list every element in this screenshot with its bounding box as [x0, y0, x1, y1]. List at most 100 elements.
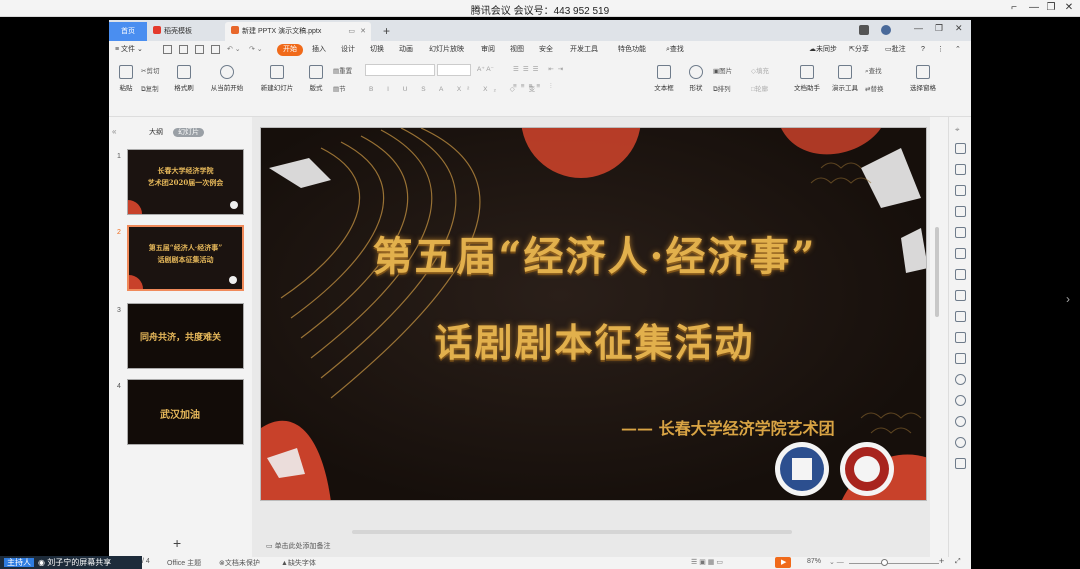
- export-icon[interactable]: [955, 311, 966, 322]
- textbox-button[interactable]: 文本框: [647, 65, 681, 92]
- fit-window-icon[interactable]: ⤢: [955, 558, 961, 566]
- slide-subtitle[interactable]: —— 长春大学经济学院艺术团: [621, 415, 835, 439]
- zoom-slider[interactable]: [849, 563, 939, 564]
- chart-icon[interactable]: [955, 248, 966, 259]
- vertical-scrollbar[interactable]: [935, 227, 939, 317]
- menu-search[interactable]: ⌕查找: [666, 44, 684, 56]
- protect-status[interactable]: ⊗文档未保护: [219, 558, 260, 568]
- align-icons[interactable]: ≡≡≡≡ ⫶: [513, 83, 556, 91]
- navigate-icon[interactable]: [955, 395, 966, 406]
- play-from-current-button[interactable]: 从当前开始: [205, 65, 249, 92]
- tab-slides[interactable]: 幻灯片: [172, 128, 204, 137]
- fill-button[interactable]: ◇填充: [751, 65, 769, 75]
- help-icon[interactable]: ?: [921, 44, 925, 56]
- animation-icon[interactable]: [955, 269, 966, 280]
- font-size-select[interactable]: [437, 64, 471, 76]
- share-button[interactable]: ⇱分享: [849, 44, 869, 56]
- replace-button[interactable]: ⇄替换: [865, 83, 883, 93]
- missing-font-status[interactable]: ▲缺失字体: [281, 558, 316, 568]
- copy-button[interactable]: ⧉复制: [141, 83, 159, 94]
- restore-button[interactable]: ❐: [935, 23, 943, 34]
- table-icon[interactable]: [955, 206, 966, 217]
- print-icon[interactable]: [195, 45, 204, 54]
- menu-slideshow[interactable]: 幻灯片放映: [429, 44, 464, 56]
- close-button[interactable]: ✕: [955, 23, 963, 34]
- zoom-in-icon[interactable]: +: [939, 556, 944, 566]
- restore-button[interactable]: ❐: [1043, 1, 1059, 15]
- tab-current-document[interactable]: 新建 PPTX 演示文稿.pptx ▭ ✕: [225, 22, 371, 41]
- add-slide-button[interactable]: +: [173, 535, 181, 551]
- menu-insert[interactable]: 插入: [312, 44, 326, 56]
- save-icon[interactable]: [163, 45, 172, 54]
- property-icon[interactable]: [955, 143, 966, 154]
- history-icon[interactable]: [955, 416, 966, 427]
- doc-assistant-button[interactable]: 文档助手: [787, 65, 827, 92]
- horizontal-scrollbar[interactable]: [352, 530, 792, 534]
- menu-developer[interactable]: 开发工具: [570, 44, 598, 56]
- pin-icon[interactable]: ⌐: [1006, 1, 1022, 15]
- chevron-right-icon[interactable]: ›: [1066, 292, 1070, 306]
- tab-close-icon[interactable]: ✕: [360, 22, 366, 41]
- slide-thumbnail-3[interactable]: 同舟共济，共度难关: [127, 303, 244, 369]
- minimize-button[interactable]: —: [1026, 1, 1042, 15]
- new-tab-button[interactable]: +: [377, 22, 390, 41]
- collapse-ribbon-icon[interactable]: ⌃: [955, 44, 961, 56]
- section-button[interactable]: ▤节: [333, 83, 346, 93]
- zoom-slider-handle[interactable]: [881, 559, 888, 566]
- notes-area[interactable]: ▭ 单击此处添加备注: [252, 539, 930, 555]
- tab-daoke-templates[interactable]: 稻壳模板: [147, 22, 225, 41]
- zoom-dropdown-icon[interactable]: ⌄ —: [829, 558, 844, 566]
- view-icons[interactable]: ☰ ▣ ▦ ▭: [691, 558, 723, 566]
- outline-button[interactable]: □轮廓: [751, 83, 768, 93]
- paragraph-icons[interactable]: ☰☰☰ ⇤⇥: [513, 65, 567, 73]
- layout-icon[interactable]: [955, 332, 966, 343]
- slide-thumbnail-4[interactable]: 武汉加油: [127, 379, 244, 445]
- fill-icon[interactable]: [955, 185, 966, 196]
- menu-features[interactable]: 特色功能: [618, 44, 646, 56]
- picture-button[interactable]: ▣图片: [713, 65, 732, 75]
- collapse-panel-icon[interactable]: «: [112, 127, 116, 136]
- cut-button[interactable]: ✂剪切: [141, 65, 159, 75]
- zoom-value[interactable]: 87%: [807, 558, 821, 565]
- audio-icon[interactable]: [955, 374, 966, 385]
- selection-pane-button[interactable]: 选择窗格: [903, 65, 943, 92]
- help-icon[interactable]: [955, 437, 966, 448]
- font-grow-icon[interactable]: A⁺ A⁻: [477, 65, 494, 73]
- menu-review[interactable]: 审阅: [481, 44, 495, 56]
- font-family-select[interactable]: [365, 64, 435, 76]
- monitor-icon[interactable]: ▭: [348, 22, 355, 41]
- sync-status[interactable]: ☁未同步: [809, 44, 837, 56]
- shape-button[interactable]: 形状: [679, 65, 713, 92]
- menu-file[interactable]: ≡ 文件 ⌄: [115, 44, 143, 56]
- menu-transition[interactable]: 切换: [370, 44, 384, 56]
- arrange-button[interactable]: ⧉排列: [713, 83, 731, 94]
- reset-button[interactable]: ▤重置: [333, 65, 352, 75]
- undo-icon[interactable]: ↶ ⌄: [227, 44, 241, 56]
- new-slide-button[interactable]: 新建幻灯片: [257, 65, 297, 92]
- shape-icon[interactable]: [955, 227, 966, 238]
- menu-security[interactable]: 安全: [539, 44, 553, 56]
- minimize-button[interactable]: —: [914, 23, 923, 33]
- tab-home[interactable]: 首页: [109, 22, 147, 41]
- present-tool-button[interactable]: 演示工具: [825, 65, 865, 92]
- find-button[interactable]: ⌕查找: [865, 65, 882, 76]
- avatar[interactable]: [881, 25, 891, 35]
- close-button[interactable]: ✕: [1061, 1, 1077, 15]
- slide-thumbnail-1[interactable]: 长春大学经济学院 艺术团2020届一次例会: [127, 149, 244, 215]
- 3d-icon[interactable]: [955, 458, 966, 469]
- menu-animation[interactable]: 动画: [399, 44, 413, 56]
- menu-design[interactable]: 设计: [341, 44, 355, 56]
- pin-icon[interactable]: ⌖: [955, 125, 960, 135]
- format-painter-button[interactable]: 格式刷: [167, 65, 201, 92]
- copy-style-icon[interactable]: [955, 164, 966, 175]
- export-icon[interactable]: [179, 45, 188, 54]
- slide-canvas[interactable]: 第五届“经济人·经济事” 话剧剧本征集活动 —— 长春大学经济学院艺术团: [260, 127, 927, 501]
- slide-title-line-1[interactable]: 第五届“经济人·经济事”: [261, 224, 926, 282]
- layout-button[interactable]: 版式: [299, 65, 333, 92]
- redo-icon[interactable]: ↷ ⌄: [249, 44, 263, 56]
- comment-button[interactable]: ▭批注: [885, 44, 906, 56]
- window-badge-icon[interactable]: [859, 25, 869, 35]
- slide-title-line-2[interactable]: 话剧剧本征集活动: [261, 312, 926, 367]
- more-icon[interactable]: ⋮: [937, 44, 944, 56]
- menu-view[interactable]: 视图: [510, 44, 524, 56]
